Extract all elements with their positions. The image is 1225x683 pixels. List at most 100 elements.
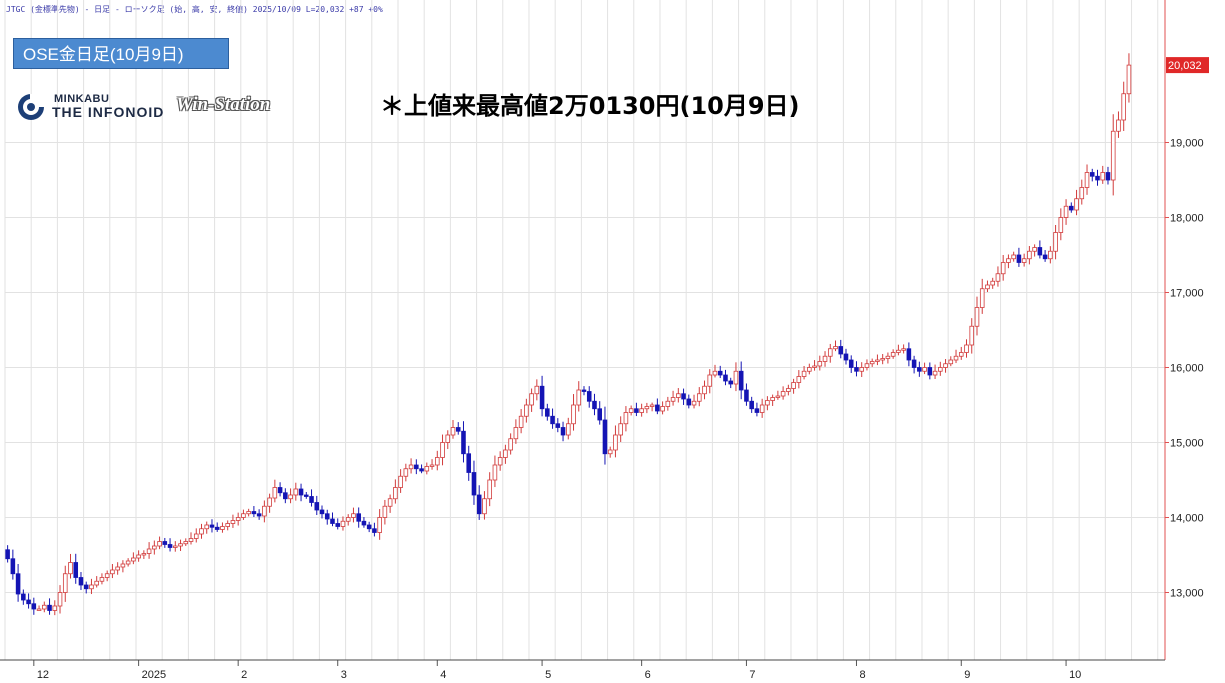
candle [471,460,477,505]
candle-body [62,573,68,593]
candle-body [419,468,424,472]
candle [419,464,424,474]
candle [592,393,597,416]
x-tick-label: 3 [341,669,347,681]
candle-body [314,502,320,511]
candle [324,509,330,525]
candle-body [712,370,718,376]
candle [964,339,969,358]
candle-body [1016,254,1022,263]
candle [340,516,346,531]
candle-body [948,359,954,365]
candle-body [387,498,393,507]
candle [770,394,775,406]
candle [304,492,309,499]
candle-body [26,599,31,605]
candle [723,369,728,386]
candle [256,509,262,520]
candle-body [1105,172,1111,181]
candle [786,384,791,396]
candle [83,581,89,594]
candle-body [115,566,120,571]
candle-body [1037,247,1043,256]
candle-body [424,466,430,472]
candle [351,507,356,523]
candle [765,396,770,411]
candle [801,366,807,380]
candle-body [545,408,550,417]
candle [361,517,367,528]
candle-body [445,434,451,443]
candle-body [199,528,204,535]
candle-body [366,524,372,530]
candle [990,277,995,289]
candle-body [943,363,948,368]
candle [461,421,466,463]
candle-body [466,453,472,473]
candle-body [209,524,215,528]
candle [251,506,257,518]
candle-body [508,438,513,451]
candle-body [565,423,571,436]
candle [89,578,94,595]
candle-body [408,464,414,470]
candle [1074,189,1079,216]
candle-body [356,513,361,522]
candle [1048,246,1053,264]
candle-body [461,430,466,455]
candle-body [36,608,42,611]
candle [628,405,634,416]
candle-body [1006,258,1011,263]
candle-body [1058,217,1064,233]
candle [943,359,948,373]
candle-body [256,513,262,517]
candle-body [613,434,618,451]
candle-body [911,359,917,368]
candle-body [901,348,906,351]
candle-body [759,404,765,413]
candle [440,434,445,466]
candle [655,398,660,415]
candle-body [817,361,823,367]
candle-body [293,488,299,496]
candle-body [361,520,367,526]
candle-body [330,518,335,524]
candle-body [875,359,880,362]
candle-body [550,415,555,425]
candle [686,394,692,409]
candle-body [10,558,16,575]
candle [503,444,508,464]
candle [545,403,550,421]
candle-body [309,496,314,503]
candle [1053,225,1058,260]
candle-body [922,367,927,372]
candle [73,553,79,584]
candle [104,570,110,582]
candle [702,380,707,400]
candle [15,564,21,602]
candle [859,362,864,377]
candle-body [681,393,686,400]
candle [555,418,561,433]
candle [518,409,524,434]
candle-body [927,367,933,376]
candle [1027,246,1032,265]
candle [969,318,975,354]
candle [1069,202,1074,213]
candle-body [235,517,241,521]
candle [796,370,802,389]
candle [120,560,126,573]
candle-body [995,273,1001,282]
candle [314,495,320,516]
candle [167,538,173,552]
candle [529,388,534,412]
candle [387,494,393,513]
candle-body [89,584,94,590]
candle-body [304,494,309,497]
candle-body [131,557,136,562]
candle [450,420,456,439]
candle-body [288,494,293,500]
candle [906,342,912,367]
candle [68,553,73,579]
candle-body [843,353,849,361]
